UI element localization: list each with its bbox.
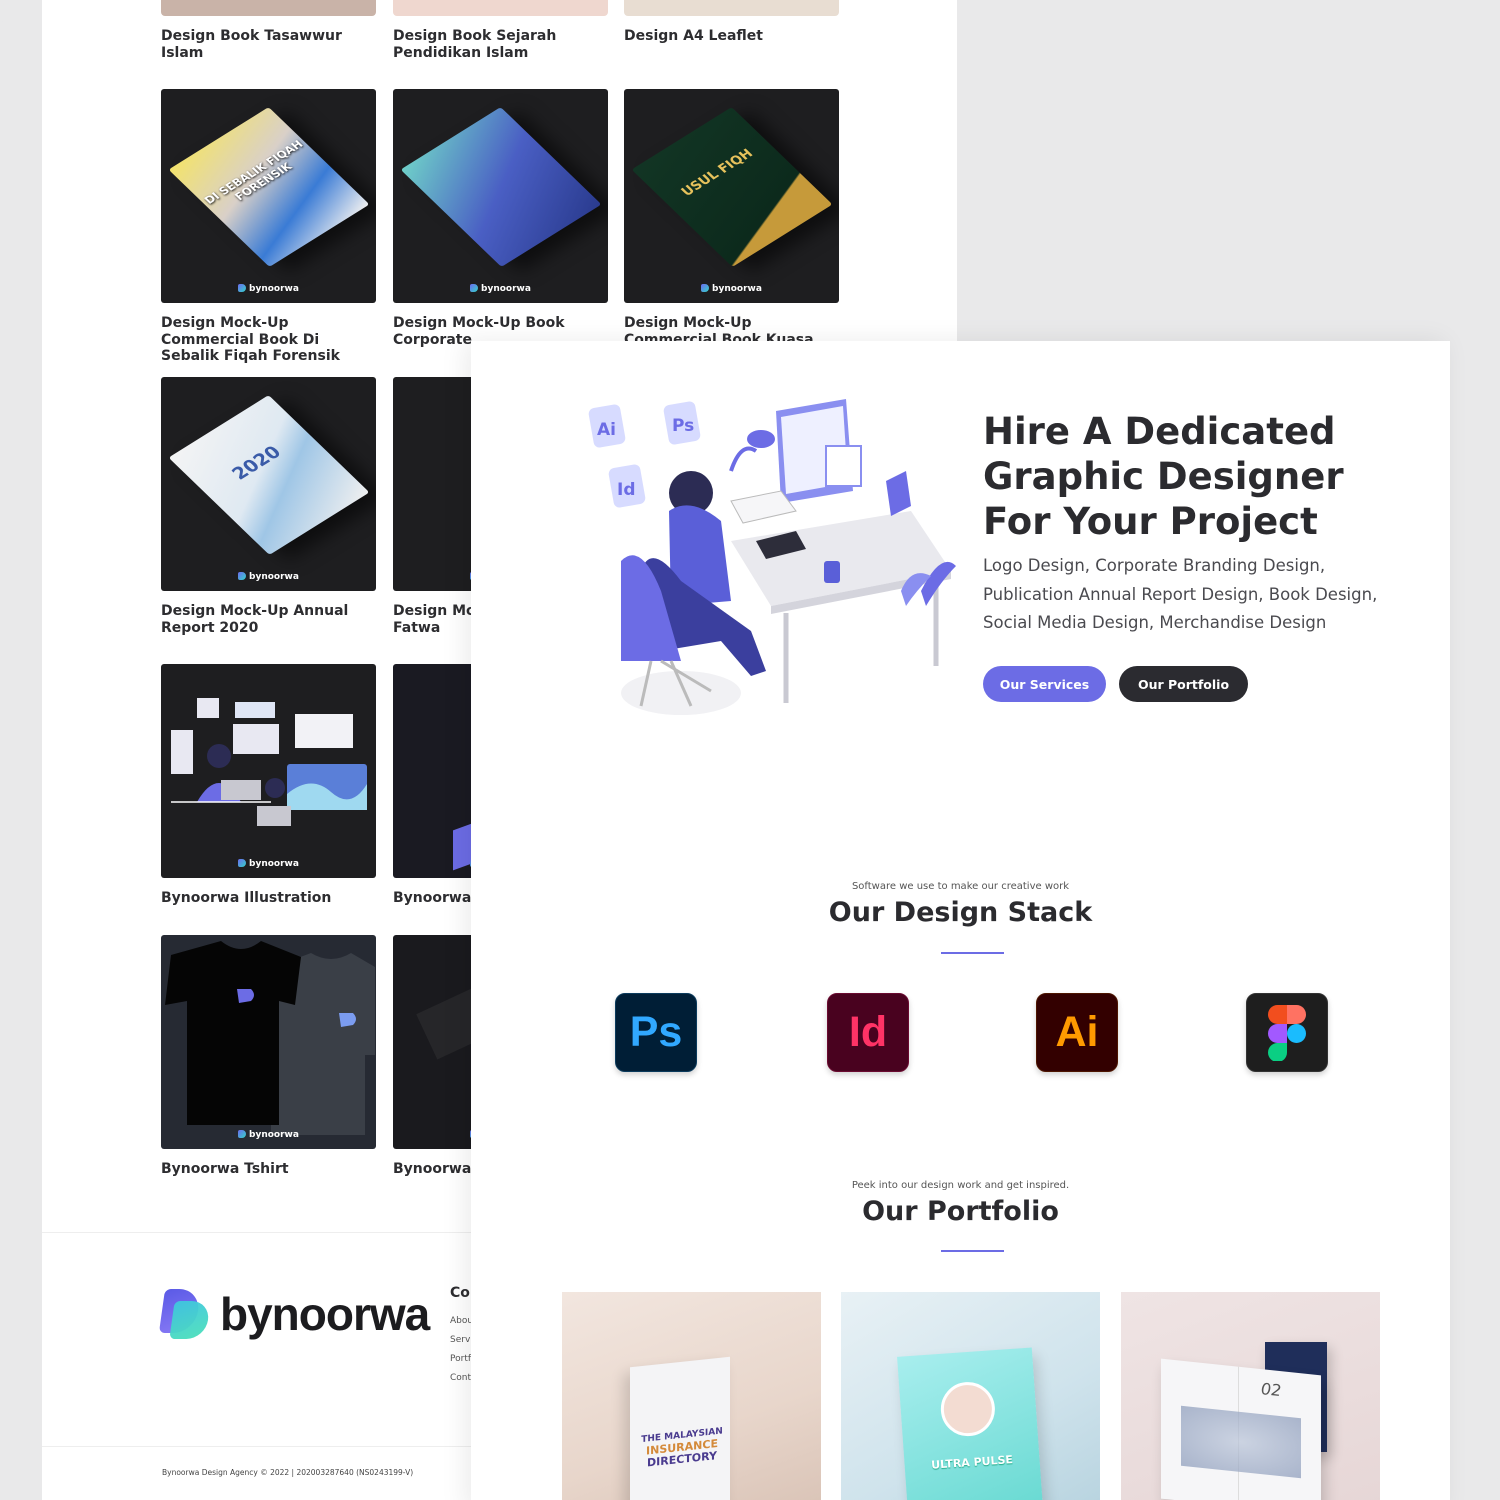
footer-link[interactable]: Abou [450,1316,473,1326]
portfolio-item[interactable]: Design Book Sejarah Pendidikan Islam [393,0,608,61]
portfolio-caption: Bynoorwa Tshirt [161,1161,289,1177]
portfolio-caption: Design Book Tasawwur Islam [161,28,342,61]
portfolio-thumb: bynoorwa [161,664,376,878]
portfolio-thumb [161,0,376,16]
footer-link[interactable]: Cont [450,1373,473,1383]
portfolio-thumb: 2020 bynoorwa [161,377,376,591]
designer-illustration: Ai Ps Id [588,399,956,715]
bynoorwa-logo-icon [158,1289,211,1339]
brand-label: bynoorwa [161,1130,376,1140]
our-portfolio-button[interactable]: Our Portfolio [1119,666,1248,702]
portfolio-item[interactable]: DI SEBALIK FIQAH FORENSIK bynoorwa Desig… [161,89,376,365]
directory-book: THE MALAYSIAN INSURANCE DIRECTORY [630,1356,730,1500]
illustration-graphic [171,698,367,826]
front-page: Ai Ps Id Hire A Dedicated Graphic Design… [471,341,1450,1500]
footer-logo[interactable]: bynoorwa [158,1287,430,1341]
footer-links: Co Abou Servi Portf Cont [450,1285,473,1392]
portfolio-thumb: DI SEBALIK FIQAH FORENSIK bynoorwa [161,89,376,303]
logo-text: bynoorwa [220,1288,430,1340]
footer-link[interactable]: Portf [450,1354,473,1364]
stack-subtitle: Software we use to make our creative wor… [851,881,1070,892]
portfolio-item[interactable]: USUL FIQH bynoorwa Design Mock-Up Commer… [624,89,839,365]
book-mockup: 2020 [168,395,369,556]
book-mockup [400,107,601,268]
book-mockup: DI SEBALIK FIQAH FORENSIK [168,107,369,268]
portfolio-thumb [393,0,608,16]
portfolio-item[interactable]: bynoorwa Design Mock-Up Book Corporate [393,89,608,348]
ai-floating-icon: Ai [588,404,626,448]
portfolio-caption: Design Book Sejarah Pendidikan Islam [393,28,557,61]
ultra-pulse-poster: ULTRA PULSE [897,1347,1044,1500]
portfolio-item[interactable]: Design A4 Leaflet [624,0,839,45]
figma-icon [1246,993,1328,1072]
brand-label: bynoorwa [161,572,376,582]
footer-heading: Co [450,1285,470,1301]
portfolio-thumb: USUL FIQH bynoorwa [624,89,839,303]
stack-title: Our Design Stack [828,897,1093,928]
hero-subtitle: Logo Design, Corporate Branding Design, … [983,556,1378,632]
brand-label: bynoorwa [161,859,376,869]
indesign-icon: Id [827,993,909,1072]
footer-link[interactable]: Servi [450,1335,473,1345]
portfolio-title: Our Portfolio [862,1196,1059,1227]
tshirt-graphic [165,941,375,1135]
portfolio-underline [941,1250,1004,1252]
photoshop-icon: Ps [615,993,697,1072]
svg-text:Ps: Ps [672,416,694,436]
portfolio-thumb: bynoorwa [393,89,608,303]
portfolio-item[interactable]: Design Book Tasawwur Islam [161,0,376,61]
brand-label: bynoorwa [624,284,839,294]
ps-floating-icon: Ps [663,401,701,445]
portfolio-thumb: bynoorwa [161,935,376,1149]
portfolio-item[interactable]: bynoorwa Bynoorwa Illustration [161,664,376,907]
our-services-button[interactable]: Our Services [983,666,1106,702]
portfolio-caption: Bynoorwa Illustration [161,890,332,906]
open-book: 02 [1161,1358,1321,1500]
portfolio-card[interactable]: 02 [1121,1292,1380,1500]
portfolio-item[interactable]: bynoorwa Bynoorwa Tshirt [161,935,376,1178]
svg-text:Id: Id [617,480,636,500]
portfolio-card[interactable]: THE MALAYSIAN INSURANCE DIRECTORY [562,1292,821,1500]
portfolio-caption: Design Mock-Up Commercial Book Di Sebali… [161,315,340,364]
copyright-text: Bynoorwa Design Agency © 2022 | 20200328… [162,1468,414,1477]
svg-text:Ai: Ai [597,420,616,440]
portfolio-subtitle: Peek into our design work and get inspir… [851,1180,1070,1191]
portfolio-item[interactable]: 2020 bynoorwa Design Mock-Up Annual Repo… [161,377,376,636]
id-floating-icon: Id [608,464,646,508]
portfolio-thumb [624,0,839,16]
portfolio-caption: Design Mock-Up Annual Report 2020 [161,603,349,636]
brand-label: bynoorwa [393,284,608,294]
illustrator-icon: Ai [1036,993,1118,1072]
portfolio-card[interactable]: ULTRA PULSE [841,1292,1100,1500]
stack-underline [941,952,1004,954]
hero-title: Hire A Dedicated Graphic Designer For Yo… [983,410,1344,543]
book-mockup: USUL FIQH [631,107,832,268]
screenshot-frame: Design Book Tasawwur Islam Design Book S… [0,0,1500,1500]
portfolio-caption: Design A4 Leaflet [624,28,763,44]
brand-label: bynoorwa [161,284,376,294]
